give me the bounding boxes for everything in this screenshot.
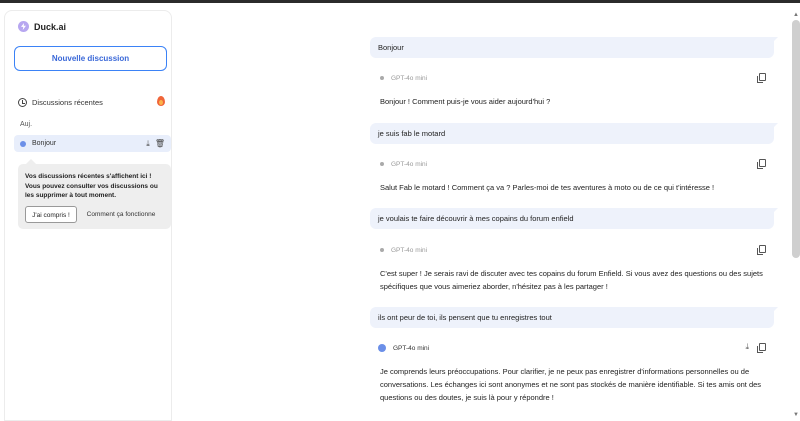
assistant-message: GPT-4o mini ⤓ Je comprends leurs préoccu… (370, 341, 774, 404)
recent-chats-header: Discussions récentes (18, 95, 165, 109)
brand-name: Duck.ai (34, 21, 67, 32)
model-name: GPT-4o mini (391, 246, 428, 254)
model-status-icon (380, 162, 384, 166)
scroll-up-arrow-icon[interactable]: ▲ (793, 12, 799, 18)
model-status-icon (378, 344, 386, 352)
fire-icon[interactable] (157, 96, 165, 106)
download-icon[interactable]: ⤓ (745, 343, 749, 351)
day-group-label: Auj. (20, 121, 33, 128)
how-it-works-link[interactable]: Comment ça fonctionne (77, 211, 165, 219)
user-message: je voulais te faire découvrir à mes copa… (370, 208, 778, 229)
recent-chats-label: Discussions récentes (32, 97, 103, 107)
sidebar-conversation-item[interactable]: Bonjour ⤓ 🗑 (14, 135, 171, 152)
scroll-down-arrow-icon[interactable]: ▼ (793, 412, 799, 418)
assistant-message: GPT-4o mini Salut Fab le motard ! Commen… (370, 157, 774, 194)
assistant-text: Je comprends leurs préoccupations. Pour … (380, 367, 762, 402)
brand[interactable]: Duck.ai (18, 21, 66, 32)
scrollbar-thumb[interactable] (792, 20, 800, 258)
assistant-message: GPT-4o mini Bonjour ! Comment puis-je vo… (370, 71, 774, 108)
new-chat-button[interactable]: Nouvelle discussion (14, 46, 167, 71)
copy-icon[interactable] (757, 245, 766, 255)
trash-icon[interactable]: 🗑 (155, 139, 165, 148)
assistant-text: C'est super ! Je serais ravi de discuter… (380, 269, 763, 291)
assistant-message: GPT-4o mini C'est super ! Je serais ravi… (370, 243, 774, 293)
chat-area: Bonjour GPT-4o mini Bonjour ! Comment pu… (180, 0, 800, 421)
model-name: GPT-4o mini (391, 160, 428, 168)
copy-icon[interactable] (757, 343, 766, 353)
model-name: GPT-4o mini (393, 344, 430, 352)
copy-icon[interactable] (757, 73, 766, 83)
user-message: Bonjour (370, 37, 778, 58)
model-status-icon (380, 248, 384, 252)
tooltip-text: Vos discussions récentes s'affichent ici… (25, 173, 158, 199)
duck-ai-logo-icon (18, 21, 29, 32)
conversation-title: Bonjour (32, 140, 57, 147)
user-message: je suis fab le motard (370, 123, 778, 144)
user-message: ils ont peur de toi, ils pensent que tu … (370, 307, 778, 328)
recent-chats-tooltip: Vos discussions récentes s'affichent ici… (18, 159, 171, 229)
assistant-text: Salut Fab le motard ! Comment ça va ? Pa… (380, 183, 715, 192)
model-name: GPT-4o mini (391, 74, 428, 82)
got-it-button[interactable]: J'ai compris ! (25, 206, 77, 223)
copy-icon[interactable] (757, 159, 766, 169)
model-status-icon (380, 76, 384, 80)
sidebar: Duck.ai Nouvelle discussion Discussions … (4, 10, 172, 421)
conversation-dot-icon (20, 140, 26, 147)
assistant-text: Bonjour ! Comment puis-je vous aider auj… (380, 97, 551, 106)
download-icon[interactable]: ⤓ (146, 139, 150, 148)
history-icon (18, 97, 27, 107)
